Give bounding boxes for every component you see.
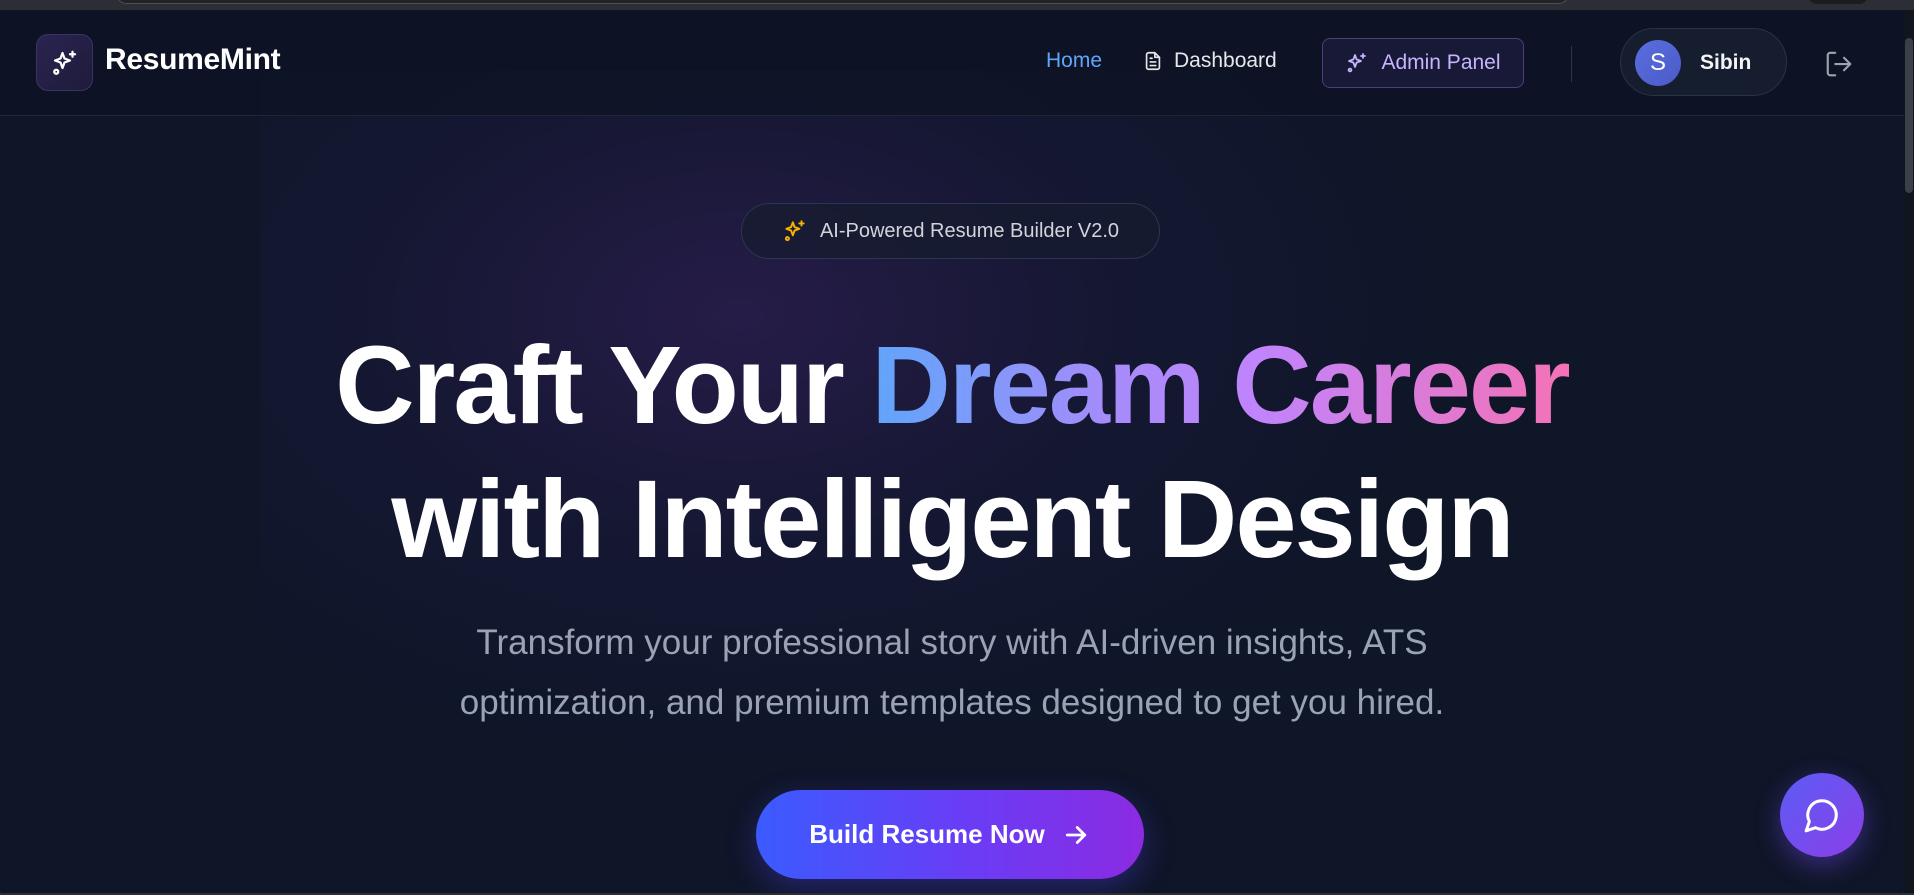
scrollbar-track[interactable] [1904,10,1914,893]
document-icon [1145,51,1161,71]
nav-divider [1571,46,1572,82]
nav-link-dashboard-label: Dashboard [1174,49,1277,72]
user-menu[interactable]: S Sibin [1620,28,1787,96]
browser-control[interactable] [1808,0,1868,4]
browser-frame: ResumeMint Home Dashboard Admin Panel S … [0,0,1914,895]
sparkles-logo-icon [52,50,76,75]
top-navbar: ResumeMint Home Dashboard Admin Panel S … [0,10,1904,116]
nav-link-dashboard[interactable]: Dashboard [1142,46,1277,76]
chat-button[interactable] [1780,773,1864,857]
headline-plain: Craft Your [335,324,872,447]
headline-gradient: Dream Career [871,324,1571,447]
sparkles-icon [1348,53,1367,73]
brand-name[interactable]: ResumeMint [105,43,281,77]
chat-bubble-icon [1804,799,1838,833]
hero-headline-line2: with Intelligent Design [391,458,1514,581]
user-name: Sibin [1700,51,1752,74]
admin-panel-button[interactable]: Admin Panel [1322,38,1524,88]
logout-button[interactable] [1824,49,1854,79]
address-bar[interactable] [115,0,1570,4]
sparkles-icon [784,220,805,242]
avatar: S [1635,40,1681,86]
scrollbar-thumb[interactable] [1905,38,1913,193]
version-badge: AI-Powered Resume Builder V2.0 [741,203,1160,259]
admin-panel-label: Admin Panel [1381,51,1501,74]
version-badge-label: AI-Powered Resume Builder V2.0 [819,219,1120,242]
hero-headline-line1: Craft Your Dream Career [0,322,1904,449]
hero-subtitle-line1: Transform your professional story with A… [476,623,1428,662]
hero-subtitle-line2: optimization, and premium templates desi… [459,683,1445,722]
build-resume-button[interactable]: Build Resume Now [756,790,1144,879]
build-resume-label: Build Resume Now [809,819,1045,849]
page-viewport: ResumeMint Home Dashboard Admin Panel S … [0,10,1904,893]
logout-icon [1826,51,1852,77]
arrow-right-icon [1065,825,1086,844]
nav-link-home[interactable]: Home [1046,49,1102,73]
logo-badge[interactable] [36,34,93,91]
